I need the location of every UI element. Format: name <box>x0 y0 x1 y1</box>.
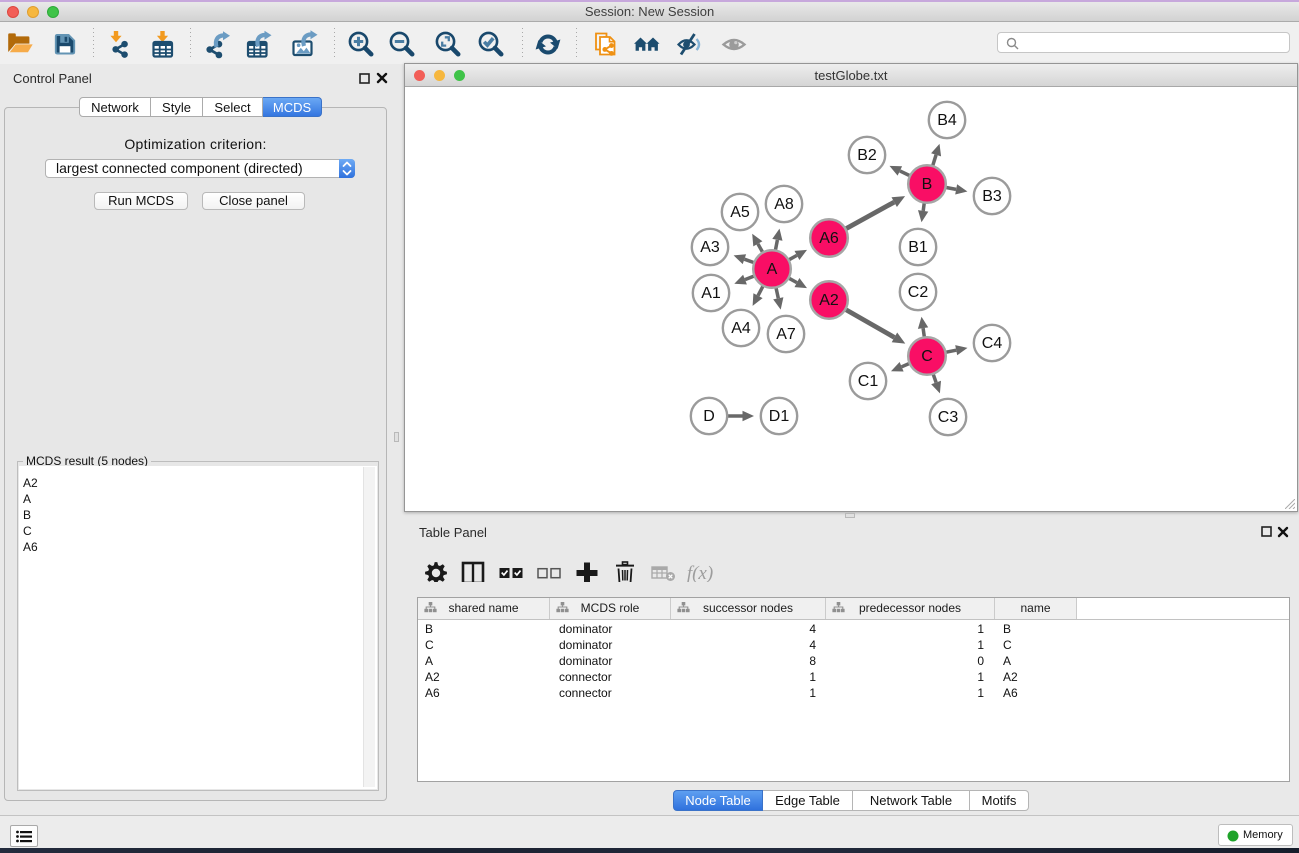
svg-text:B1: B1 <box>908 239 928 256</box>
svg-text:D: D <box>703 408 715 425</box>
svg-text:C1: C1 <box>858 373 879 390</box>
svg-text:A8: A8 <box>774 196 794 213</box>
svg-text:D1: D1 <box>769 408 790 425</box>
svg-text:B4: B4 <box>937 112 957 129</box>
svg-text:A3: A3 <box>700 239 720 256</box>
svg-text:A6: A6 <box>819 230 839 247</box>
svg-text:A1: A1 <box>701 285 721 302</box>
svg-text:A: A <box>767 261 778 278</box>
svg-text:A4: A4 <box>731 320 751 337</box>
svg-text:A5: A5 <box>730 204 750 221</box>
svg-text:C3: C3 <box>938 409 959 426</box>
svg-text:C: C <box>921 348 933 365</box>
svg-text:A7: A7 <box>776 326 796 343</box>
svg-text:B3: B3 <box>982 188 1002 205</box>
svg-text:f(x): f(x) <box>687 563 713 582</box>
svg-text:C2: C2 <box>908 284 929 301</box>
svg-text:B2: B2 <box>857 147 877 164</box>
svg-text:C4: C4 <box>982 335 1003 352</box>
svg-text:A2: A2 <box>819 292 839 309</box>
svg-text:B: B <box>922 176 933 193</box>
